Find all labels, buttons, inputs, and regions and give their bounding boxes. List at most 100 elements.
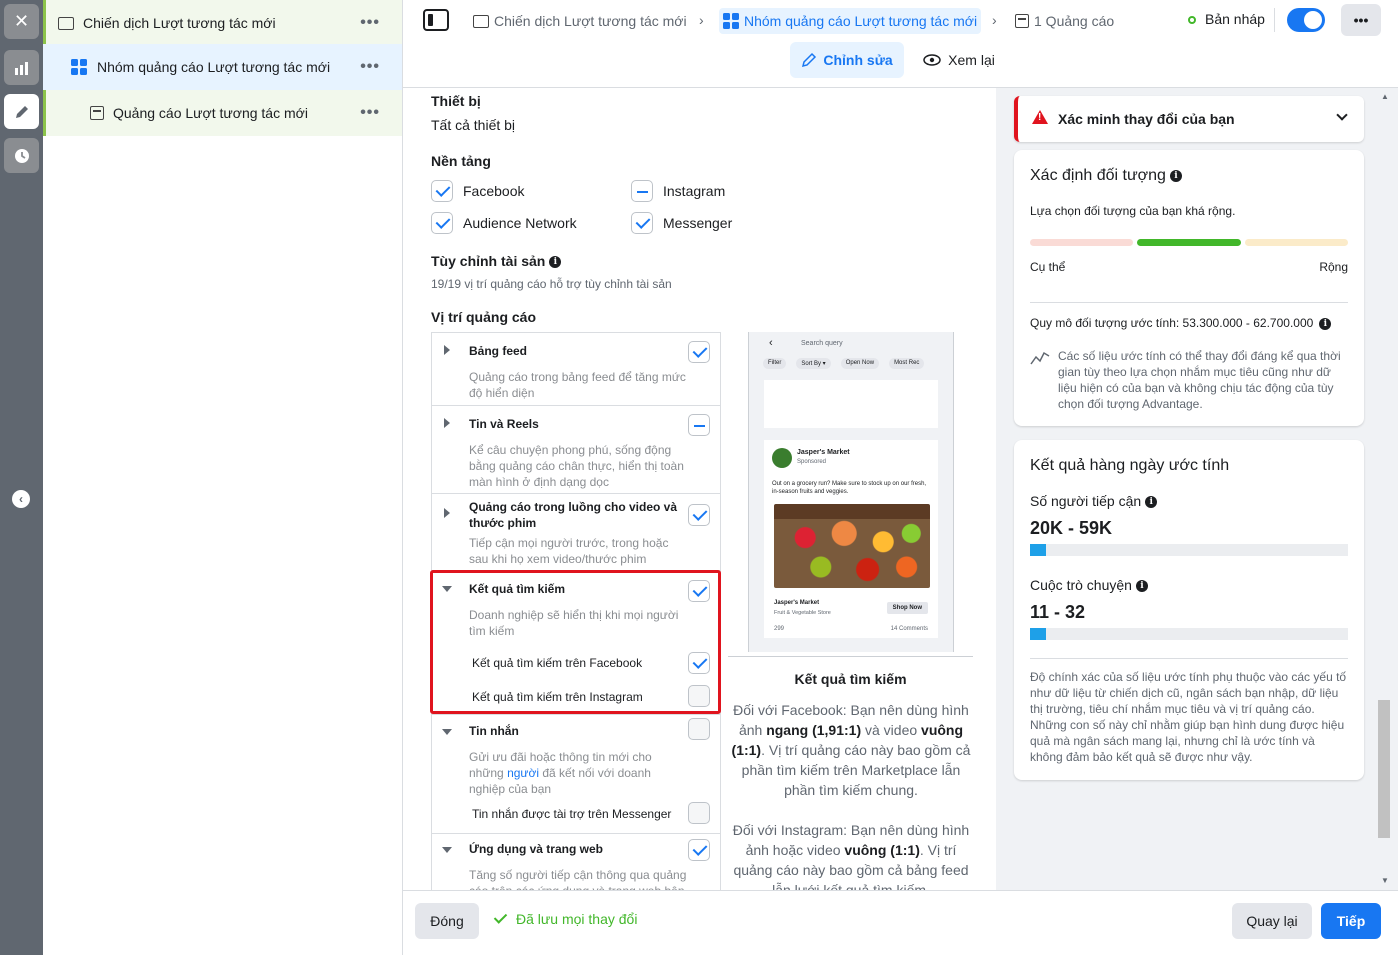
checkbox-audience-network[interactable] (431, 212, 453, 234)
asset-customization-text: Tùy chỉnh tài sản (431, 253, 546, 269)
history-clock-icon[interactable] (4, 138, 39, 173)
checkbox-facebook[interactable] (431, 180, 453, 202)
reach-label-text: Số người tiếp cận (1030, 493, 1142, 509)
scroll-up-icon[interactable]: ▲ (1381, 92, 1389, 101)
tree-item-label: Nhóm quảng cáo Lượt tương tác mới (97, 59, 331, 75)
checkbox-placement[interactable] (688, 504, 710, 526)
scroll-down-icon[interactable]: ▼ (1381, 876, 1389, 885)
draft-status-icon (1188, 16, 1196, 24)
placement-instream-video[interactable]: Quảng cáo trong luồng cho video và thước… (432, 494, 720, 571)
review-mode-button[interactable]: Xem lại (919, 42, 999, 78)
collapse-caret-icon[interactable] (442, 847, 452, 853)
more-actions-button[interactable]: ••• (1341, 4, 1381, 36)
folder-icon (58, 16, 74, 30)
checkbox-placement[interactable] (688, 718, 710, 740)
placement-apps-sites[interactable]: Ứng dụng và trang web Tăng số người tiếp… (432, 834, 720, 890)
expand-caret-icon[interactable] (444, 418, 450, 428)
eye-icon (923, 54, 941, 66)
more-options-icon[interactable]: ••• (360, 104, 380, 122)
breadcrumb-adset[interactable]: Nhóm quảng cáo Lượt tương tác mới (719, 8, 982, 34)
highlight-box (430, 570, 721, 714)
meter-right-label: Rộng (1319, 260, 1348, 274)
chart-icon[interactable] (4, 50, 39, 85)
collapse-caret-icon[interactable] (442, 729, 452, 735)
placement-feed[interactable]: Bảng feed Quảng cáo trong bảng feed để t… (432, 333, 720, 406)
info-icon[interactable]: i (549, 256, 562, 269)
checkbox-placement[interactable] (688, 341, 710, 363)
on-off-toggle[interactable] (1287, 8, 1325, 32)
checkbox-instagram[interactable] (631, 180, 653, 202)
campaign-tree: Chiến dịch Lượt tương tác mới ••• Nhóm q… (43, 0, 403, 955)
info-icon[interactable]: i (1319, 317, 1332, 330)
next-button[interactable]: Tiếp (1321, 903, 1381, 939)
estimate-trend-icon (1030, 351, 1050, 365)
platform-label: Messenger (663, 215, 733, 231)
adset-grid-icon (71, 59, 87, 75)
placement-description: Quảng cáo trong bảng feed để tăng mức độ… (469, 370, 686, 400)
saved-status-text: Đã lưu mọi thay đổi (516, 911, 638, 927)
tree-item-campaign[interactable]: Chiến dịch Lượt tương tác mới ••• (43, 0, 402, 46)
guidance-text: và video (865, 722, 918, 738)
info-icon[interactable]: i (1145, 496, 1158, 509)
verify-title: Xác minh thay đổi của bạn (1058, 111, 1235, 127)
preview-caption: Kết quả tìm kiếm (728, 656, 973, 687)
edit-pencil-icon[interactable] (4, 94, 39, 129)
more-options-icon[interactable]: ••• (360, 58, 380, 76)
warning-icon (1032, 110, 1048, 124)
close-icon[interactable]: ✕ (4, 4, 39, 39)
audience-breadth-meter (1030, 239, 1348, 246)
edit-mode-button[interactable]: Chỉnh sửa (790, 42, 904, 78)
preview-shop-now-button: Shop Now (886, 602, 928, 614)
preview-filter: Open Now (840, 358, 880, 369)
breadcrumb-ad[interactable]: 1 Quảng cáo (1011, 8, 1118, 34)
scrollbar-thumb[interactable] (1378, 700, 1390, 838)
placement-description: Kể câu chuyện phong phú, sống động bằng … (469, 443, 684, 489)
verify-changes-card[interactable]: Xác minh thay đổi của bạn (1014, 96, 1364, 142)
more-options-icon[interactable]: ••• (360, 14, 380, 32)
reach-value: 20K - 59K (1030, 518, 1113, 538)
tree-item-adset[interactable]: Nhóm quảng cáo Lượt tương tác mới ••• (43, 44, 402, 90)
checkbox-messenger-sponsored[interactable] (688, 802, 710, 824)
preview-produce-image (774, 504, 930, 588)
breadcrumb-campaign[interactable]: Chiến dịch Lượt tương tác mới (469, 8, 691, 34)
preview-post-text: Out on a grocery run? Make sure to stock… (772, 481, 927, 495)
guidance-text: . Vị trí quảng cáo này bao gồm cả phần t… (741, 742, 971, 798)
top-bar: Chiến dịch Lượt tương tác mới › Nhóm quả… (403, 0, 1398, 88)
chevron-down-icon[interactable] (1336, 109, 1348, 121)
people-link[interactable]: người (507, 766, 539, 780)
preview-filter: Sort By ▾ (796, 358, 831, 369)
collapse-chevron-icon[interactable]: ‹ (12, 490, 30, 508)
info-icon[interactable]: i (1169, 169, 1182, 182)
tree-item-ad[interactable]: Quảng cáo Lượt tương tác mới ••• (43, 90, 402, 136)
checkbox-messenger[interactable] (631, 212, 653, 234)
placement-title: Quảng cáo trong luồng cho video và thước… (469, 500, 678, 530)
placement-description: Tăng số người tiếp cận thông qua quảng c… (469, 868, 687, 890)
divider (1030, 658, 1348, 659)
preview-guidance-facebook: Đối với Facebook: Bạn nên dùng hình ảnh … (731, 700, 971, 800)
info-icon[interactable]: i (1135, 580, 1148, 593)
breadcrumb-label: 1 Quảng cáo (1034, 13, 1115, 29)
close-button[interactable]: Đóng (415, 903, 479, 939)
placement-stories-reels[interactable]: Tin và Reels Kể câu chuyện phong phú, số… (432, 406, 720, 494)
back-chevron-icon: ‹ (769, 337, 773, 349)
placement-messages[interactable]: Tin nhắn Gửi ưu đãi hoặc thông tin mới c… (432, 715, 720, 834)
divider (1274, 8, 1275, 32)
checkbox-placement[interactable] (688, 414, 710, 436)
meter-segment-broad (1244, 239, 1348, 246)
expand-caret-icon[interactable] (444, 345, 450, 355)
platform-label: Audience Network (463, 215, 577, 231)
preview-advertiser: Jasper's Market (797, 449, 850, 456)
sidebar-toggle-icon[interactable] (423, 9, 449, 31)
preview-placeholder-card (764, 380, 938, 428)
asset-customization-note: 19/19 vị trí quảng cáo hỗ trợ tùy chỉnh … (431, 277, 672, 291)
back-button[interactable]: Quay lại (1232, 903, 1312, 939)
reach-label: Số người tiếp cận i (1030, 493, 1158, 509)
results-title: Kết quả hàng ngày ước tính (1030, 457, 1230, 474)
checkbox-placement[interactable] (688, 839, 710, 861)
breadcrumb-label: Nhóm quảng cáo Lượt tương tác mới (744, 13, 978, 29)
audience-size: Quy mô đối tượng ước tính: 53.300.000 - … (1030, 316, 1332, 330)
expand-caret-icon[interactable] (444, 508, 450, 518)
meter-segment-defined (1137, 239, 1241, 246)
check-icon (493, 910, 508, 924)
preview-comments: 14 Comments (890, 626, 928, 632)
